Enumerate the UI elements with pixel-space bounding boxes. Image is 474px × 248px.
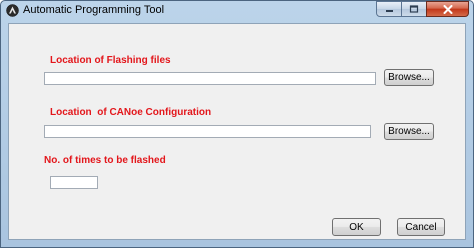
flashing-files-label: Location of Flashing files: [50, 55, 171, 66]
flash-count-input[interactable]: [50, 176, 98, 189]
cancel-button[interactable]: Cancel: [397, 218, 445, 236]
window-title: Automatic Programming Tool: [23, 4, 165, 16]
dialog-body: Location of Flashing files Browse... Loc…: [8, 23, 466, 240]
flashing-files-path-input[interactable]: [44, 72, 376, 85]
caption-buttons: [376, 1, 469, 17]
maximize-button[interactable]: [401, 1, 427, 17]
ok-button[interactable]: OK: [332, 218, 381, 236]
app-logo-icon: [6, 4, 19, 17]
title-bar[interactable]: Automatic Programming Tool: [1, 1, 473, 21]
minimize-icon: [385, 10, 393, 12]
minimize-button[interactable]: [376, 1, 402, 17]
canoe-config-label: Location of CANoe Configuration: [50, 107, 212, 118]
browse-canoe-config-button[interactable]: Browse...: [384, 123, 434, 140]
maximize-icon: [409, 5, 419, 13]
close-button[interactable]: [426, 1, 469, 17]
app-window: Automatic Programming Tool Location of F…: [0, 0, 474, 248]
canoe-config-path-input[interactable]: [44, 125, 371, 138]
close-icon: [443, 4, 452, 14]
browse-flashing-files-button[interactable]: Browse...: [384, 69, 434, 86]
flash-count-label: No. of times to be flashed: [44, 155, 166, 166]
